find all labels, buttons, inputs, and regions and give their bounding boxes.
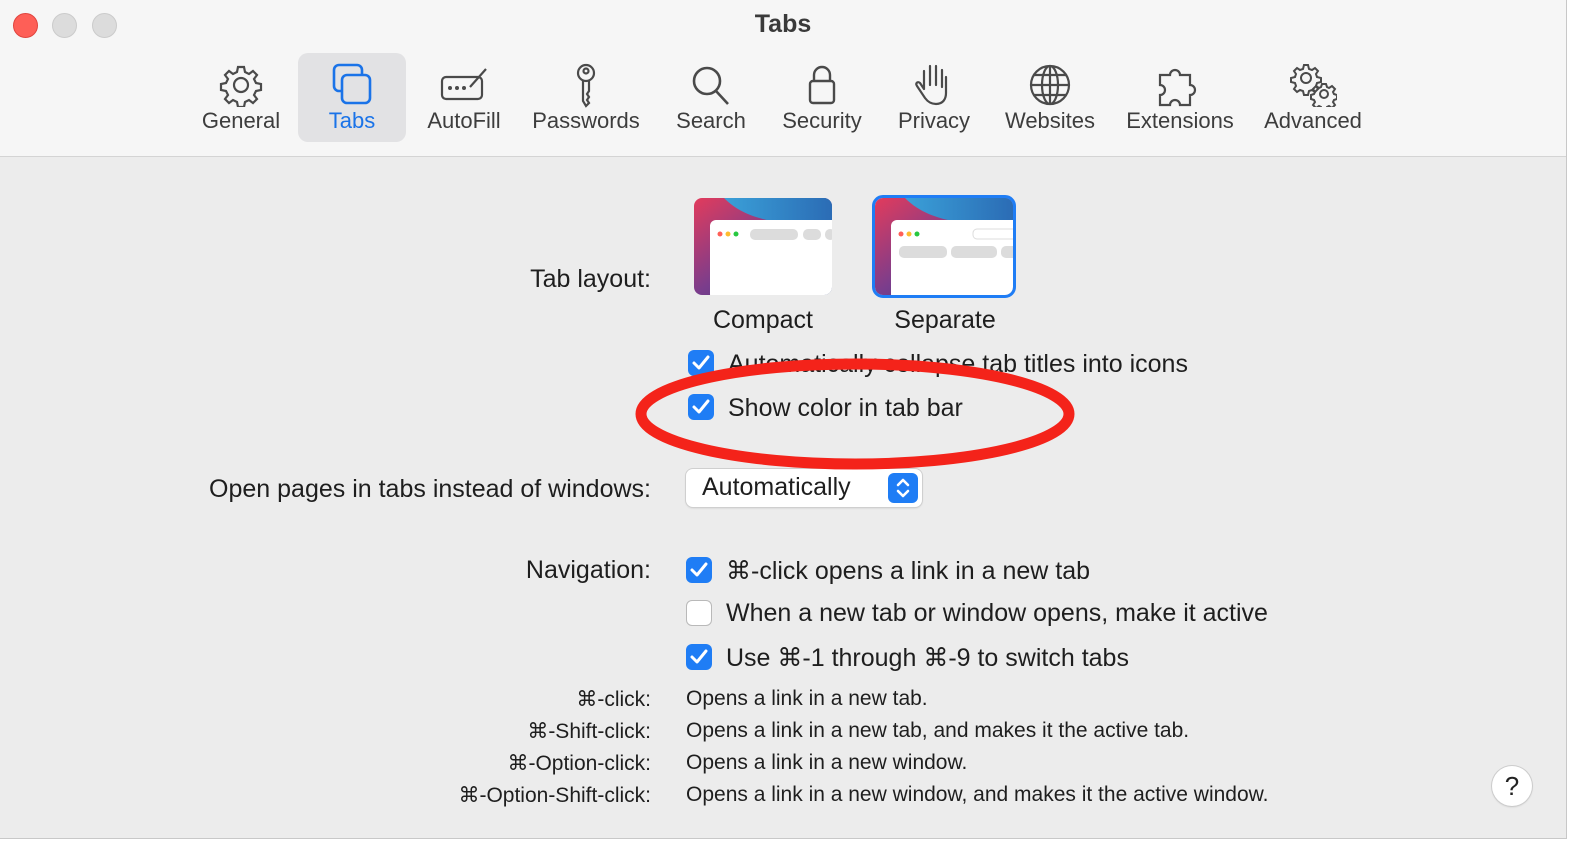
toolbar-passwords-button[interactable]: Passwords — [526, 53, 646, 142]
toolbar-websites-button[interactable]: Websites — [998, 53, 1102, 142]
key-icon — [576, 63, 596, 108]
compact-caption: Compact — [712, 306, 814, 334]
shortcut-desc: Opens a link in a new window. — [686, 751, 968, 774]
toolbar-search-button[interactable]: Search — [664, 53, 758, 142]
toolbar-privacy-button[interactable]: Privacy — [886, 53, 982, 142]
open-pages-label: Open pages in tabs instead of windows: — [209, 475, 651, 503]
navigation-label: Navigation: — [525, 556, 651, 584]
checkmark-icon — [690, 649, 708, 664]
hand-icon — [915, 64, 948, 106]
cmd-click-label: ⌘-click opens a link in a new tab — [726, 557, 1091, 585]
separate-layout-preview — [875, 198, 1013, 295]
toolbar-tabs-button[interactable]: Tabs — [298, 53, 406, 142]
shortcut-key: ⌘-Shift-click: — [527, 720, 651, 743]
tab-layout-label: Tab layout: — [530, 265, 651, 293]
make-active-checkbox[interactable] — [686, 600, 712, 626]
shortcut-key: ⌘-click: — [576, 688, 651, 711]
gear-icon — [219, 65, 263, 107]
gears-icon — [1290, 64, 1337, 107]
preferences-window: Tabs General Tabs AutoFill Passwords Sea… — [0, 0, 1567, 839]
search-icon — [692, 66, 729, 105]
lock-icon — [808, 65, 836, 105]
shortcut-key: ⌘-Option-Shift-click: — [458, 784, 651, 807]
shortcut-desc: Opens a link in a new tab. — [686, 687, 928, 710]
toolbar-label: Security — [782, 108, 862, 133]
collapse-titles-checkbox[interactable] — [688, 350, 714, 376]
globe-icon — [1029, 64, 1071, 106]
separate-caption: Separate — [894, 306, 996, 334]
help-button[interactable]: ? — [1492, 766, 1532, 806]
toolbar-security-button[interactable]: Security — [774, 53, 870, 142]
show-color-checkbox[interactable] — [688, 394, 714, 420]
collapse-titles-label: Automatically collapse tab titles into i… — [728, 350, 1188, 378]
toolbar-label: Tabs — [328, 108, 376, 133]
shortcut-key: ⌘-Option-click: — [507, 752, 651, 775]
show-color-label: Show color in tab bar — [728, 394, 963, 422]
toolbar: Tabs General Tabs AutoFill Passwords Sea… — [0, 0, 1566, 157]
popup-arrows-icon — [888, 473, 918, 503]
switch-tabs-checkbox[interactable] — [686, 644, 712, 670]
toolbar-label: Extensions — [1126, 108, 1234, 133]
tabs-icon — [332, 63, 372, 105]
toolbar-autofill-button[interactable]: AutoFill — [416, 53, 512, 142]
separate-layout-option[interactable] — [872, 195, 1016, 298]
toolbar-advanced-button[interactable]: Advanced — [1256, 53, 1370, 142]
open-pages-value: Automatically — [702, 473, 851, 501]
toolbar-extensions-button[interactable]: Extensions — [1118, 53, 1242, 142]
cmd-click-checkbox[interactable] — [686, 557, 712, 583]
checkmark-icon — [690, 562, 708, 577]
toolbar-label: Passwords — [532, 108, 640, 133]
toolbar-label: Search — [676, 108, 746, 133]
toolbar-label: Websites — [1004, 108, 1096, 133]
toolbar-label: General — [201, 108, 281, 133]
toolbar-general-button[interactable]: General — [193, 53, 289, 142]
make-active-label: When a new tab or window opens, make it … — [726, 599, 1268, 627]
window-title: Tabs — [754, 10, 812, 38]
compact-layout-option[interactable] — [694, 198, 832, 295]
switch-tabs-label: Use ⌘-1 through ⌘-9 to switch tabs — [726, 644, 1129, 672]
autofill-icon — [440, 68, 487, 101]
checkmark-icon — [692, 355, 710, 370]
checkmark-icon — [692, 399, 710, 414]
toolbar-label: Advanced — [1264, 108, 1362, 133]
open-pages-popup[interactable]: Automatically — [686, 469, 922, 507]
shortcut-desc: Opens a link in a new window, and makes … — [686, 783, 1269, 806]
compact-layout-preview — [694, 198, 832, 295]
toolbar-label: AutoFill — [427, 108, 501, 133]
puzzle-icon — [1158, 68, 1197, 107]
shortcut-desc: Opens a link in a new tab, and makes it … — [686, 719, 1190, 742]
toolbar-label: Privacy — [897, 108, 971, 133]
